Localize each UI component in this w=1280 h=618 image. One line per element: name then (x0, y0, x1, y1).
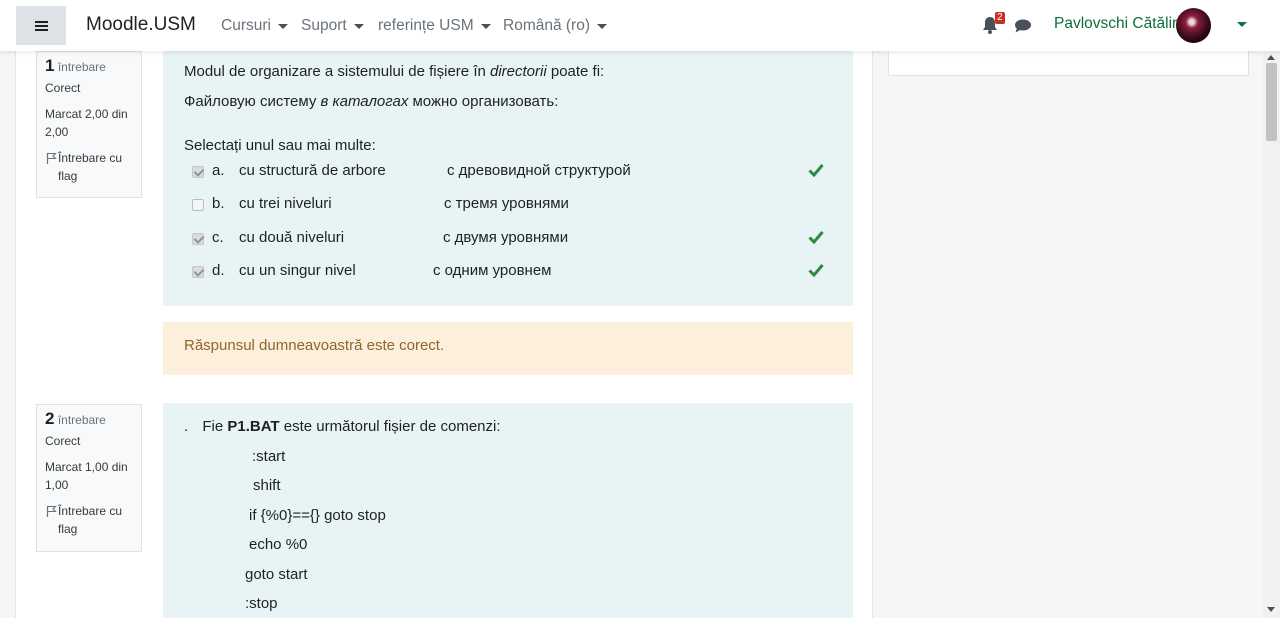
option-letter: a. (212, 162, 225, 179)
question-text-part: Modul de organizare a sistemului de fiși… (184, 63, 490, 80)
scroll-down-icon[interactable] (1267, 607, 1275, 612)
option-text-ro: cu structură de arbore (239, 162, 386, 179)
nav-menu-courses[interactable]: Cursuri (221, 17, 288, 35)
site-brand[interactable]: Moodle.USM (86, 14, 196, 36)
question-grade: Marcat 2,00 din 2,00 (45, 107, 128, 139)
question-number: 2 (45, 409, 55, 428)
file-name: P1.BAT (227, 418, 280, 435)
question-text-emphasis: directorii (490, 63, 547, 80)
caret-down-icon (277, 24, 288, 29)
answer-checkbox[interactable] (192, 266, 204, 278)
code-line: :stop (245, 595, 278, 612)
answer-option-d[interactable]: d. cu un singur nivel с одним уровнем (163, 257, 853, 287)
question-text-ro: Modul de organizare a sistemului de fiși… (184, 63, 604, 80)
code-line: shift (253, 477, 281, 494)
page-scrollbar[interactable] (1263, 51, 1280, 618)
scroll-up-icon[interactable] (1267, 55, 1275, 60)
question-state: Corect (45, 81, 81, 95)
check-icon (808, 264, 824, 277)
nav-menu-label: Cursuri (221, 17, 271, 34)
question-info-2: 2 întrebare Corect Marcat 1,00 din 1,00 … (36, 404, 142, 552)
option-text-ro: cu două niveluri (239, 229, 345, 246)
nav-menu-support[interactable]: Suport (301, 17, 364, 35)
answer-checkbox[interactable] (192, 199, 204, 211)
code-line: goto start (245, 566, 308, 583)
flag-label: Întrebare cu flag (58, 151, 123, 183)
nav-menu-label: Română (ro) (503, 17, 590, 34)
question-number: 1 (45, 56, 55, 75)
option-text-ru: с двумя уровнями (443, 229, 569, 246)
answer-option-c[interactable]: c. cu două niveluri с двумя уровнями (163, 224, 853, 254)
caret-down-icon (480, 24, 491, 29)
caret-down-icon (353, 24, 364, 29)
question-text-part: Fie (202, 418, 228, 435)
code-line: if {%0}=={} goto stop (249, 507, 386, 524)
question-content-1: Modul de organizare a sistemului de fiși… (163, 51, 853, 306)
question-feedback: Răspunsul dumneavoastră este corect. (163, 322, 853, 375)
nav-menu-language[interactable]: Română (ro) (503, 17, 607, 35)
caret-down-icon (597, 24, 607, 29)
question-text-ru: Файловую систему в каталогах можно орган… (184, 93, 558, 110)
navbar: Moodle.USM Cursuri Suport referințe USM … (0, 0, 1280, 51)
menu-icon (34, 20, 48, 31)
question-text-part: Файловую систему (184, 93, 321, 110)
answer-option-b[interactable]: b. cu trei niveluri с тремя уровнями (163, 190, 853, 220)
flag-question-button[interactable]: Întrebare cu flag (45, 502, 133, 538)
nav-menu-label: referințe USM (378, 17, 474, 34)
avatar[interactable] (1176, 8, 1211, 43)
flag-icon (46, 152, 57, 164)
question-grade: Marcat 1,00 din 1,00 (45, 460, 128, 492)
question-state: Corect (45, 434, 81, 448)
flag-icon (46, 505, 57, 517)
chat-icon[interactable] (1014, 19, 1032, 33)
scrollbar-thumb[interactable] (1266, 63, 1277, 141)
answer-prompt: Selectați unul sau mai multe: (184, 137, 376, 154)
question-text-part: este următorul fișier de comenzi: (279, 418, 501, 435)
code-line: :start (252, 448, 286, 465)
option-text-ru: с одним уровнем (433, 262, 552, 279)
question-label: întrebare (57, 60, 106, 74)
flag-question-button[interactable]: Întrebare cu flag (45, 149, 133, 185)
user-name[interactable]: Pavlovschi Cătălin (1054, 15, 1181, 33)
option-text-ro: cu un singur nivel (239, 262, 356, 279)
question-text-part: можно организовать: (408, 93, 559, 110)
option-text-ru: с древовидной структурой (447, 162, 631, 179)
option-letter: c. (212, 229, 224, 246)
option-letter: d. (212, 262, 225, 279)
user-menu-caret-down-icon[interactable] (1237, 22, 1247, 27)
notification-count-badge: 2 (995, 12, 1005, 24)
answer-checkbox[interactable] (192, 233, 204, 245)
question-intro-dot: . (184, 418, 189, 435)
option-text-ro: cu trei niveluri (239, 195, 332, 212)
nav-menu-references[interactable]: referințe USM (378, 17, 491, 35)
answer-option-a[interactable]: a. cu structură de arbore с древовидной … (163, 157, 853, 187)
option-letter: b. (212, 195, 225, 212)
question-text-emphasis: в каталогах (320, 93, 409, 110)
question-intro: . Fie P1.BAT este următorul fișier de co… (184, 418, 501, 435)
code-line: echo %0 (249, 536, 308, 553)
nav-menu-label: Suport (301, 17, 347, 34)
question-content-2: . Fie P1.BAT este următorul fișier de co… (163, 403, 853, 618)
answer-checkbox[interactable] (192, 166, 204, 178)
question-info-1: 1 întrebare Corect Marcat 2,00 din 2,00 … (36, 51, 142, 198)
question-text-part: poate fi: (546, 63, 605, 80)
check-icon (808, 164, 824, 177)
flag-label: Întrebare cu flag (58, 504, 123, 536)
check-icon (808, 231, 824, 244)
option-text-ru: с тремя уровнями (444, 195, 569, 212)
question-label: întrebare (57, 413, 106, 427)
menu-toggle-button[interactable] (16, 6, 66, 45)
